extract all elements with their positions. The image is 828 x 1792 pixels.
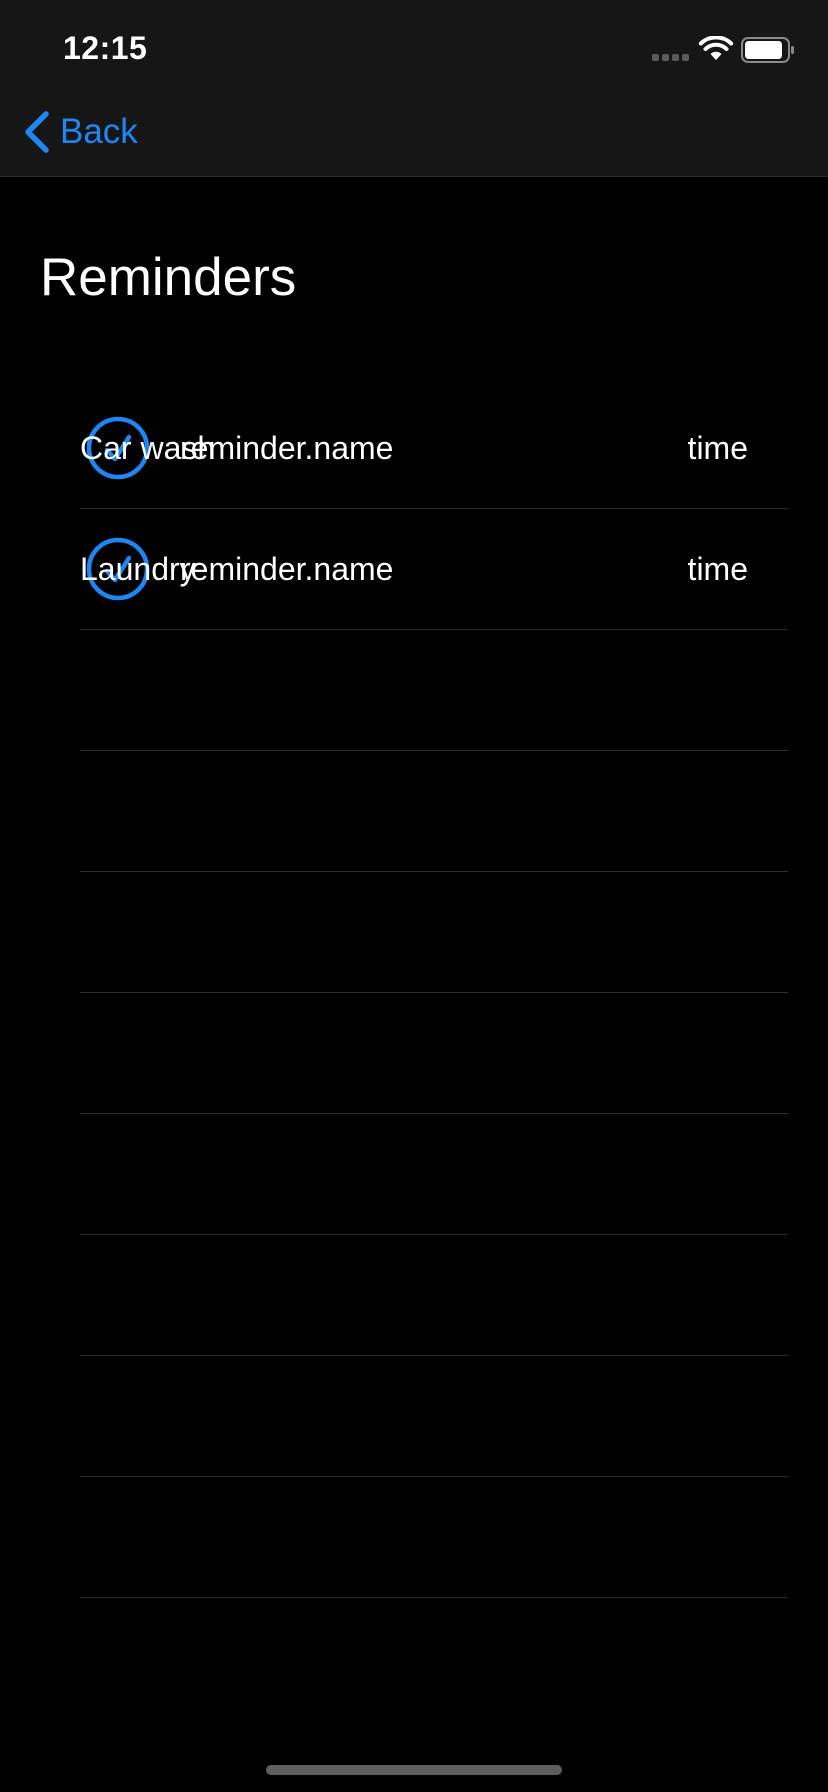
reminder-row[interactable]: Car wash reminder.name time (80, 388, 788, 509)
page-title: Reminders (40, 248, 297, 307)
reminder-title: Laundry (80, 551, 196, 587)
status-time: 12:15 (63, 30, 148, 66)
navigation-bar: Back (0, 88, 828, 177)
back-button-label: Back (60, 112, 138, 151)
reminder-row[interactable]: Laundry reminder.name time (80, 509, 788, 630)
home-indicator (266, 1765, 562, 1775)
reminder-name-placeholder: reminder.name (180, 551, 394, 587)
empty-list-row (80, 1477, 788, 1598)
reminder-name-placeholder: reminder.name (180, 430, 394, 466)
empty-list-row (80, 993, 788, 1114)
chevron-left-icon (25, 111, 49, 153)
reminder-time: time (687, 551, 748, 587)
empty-list-row (80, 751, 788, 872)
reminder-list: Car wash reminder.name time Laundry remi… (80, 388, 788, 1598)
empty-list-row (80, 1114, 788, 1235)
wifi-icon (699, 36, 733, 60)
reminder-time: time (687, 430, 748, 466)
empty-list-row (80, 872, 788, 993)
battery-icon (741, 37, 794, 63)
cellular-signal-icon (652, 54, 690, 62)
empty-list-row (80, 630, 788, 751)
empty-list-row (80, 1235, 788, 1356)
empty-list-row (80, 1356, 788, 1477)
status-bar: 12:15 (0, 0, 828, 88)
back-button[interactable]: Back (22, 106, 138, 158)
